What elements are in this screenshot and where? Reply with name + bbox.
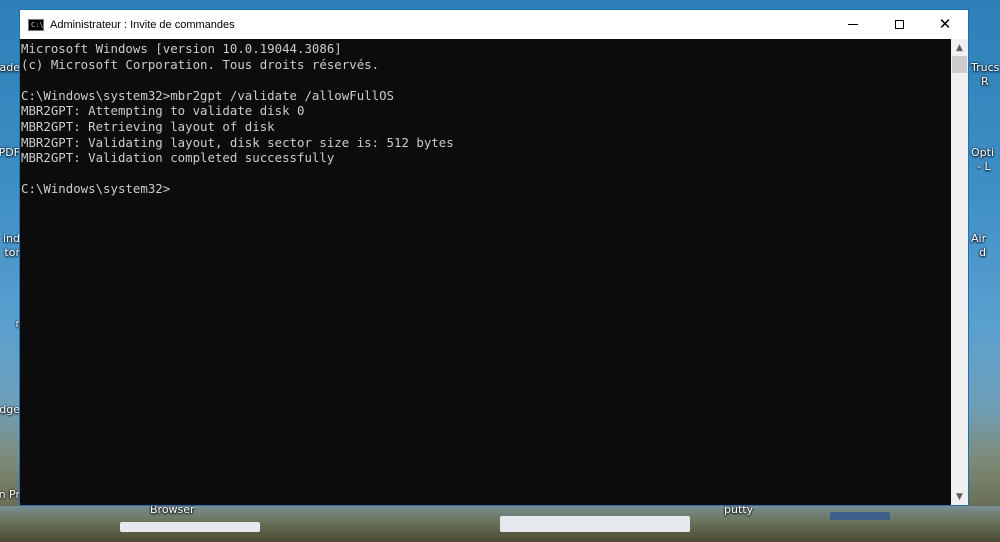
scroll-down-arrow-icon[interactable]: ▼ — [951, 488, 968, 505]
desktop-icon-label[interactable]: R — [981, 75, 989, 88]
desktop-icon-label[interactable]: ade — [0, 61, 20, 74]
console-output[interactable]: Microsoft Windows [version 10.0.19044.30… — [20, 39, 952, 505]
console-text: Microsoft Windows [version 10.0.19044.30… — [20, 39, 952, 197]
title-bar[interactable]: C:\ Administrateur : Invite de commandes… — [20, 10, 968, 39]
desktop-icon-label[interactable]: - L — [977, 160, 991, 173]
maximize-button[interactable] — [876, 10, 922, 39]
console-line: MBR2GPT: Attempting to validate disk 0 — [21, 103, 305, 119]
desktop-icon-label[interactable]: d — [979, 246, 986, 259]
desktop-icon-label[interactable]: Trucs — [971, 61, 999, 74]
desktop-icon-label[interactable]: Air — [971, 232, 986, 245]
console-icon[interactable]: C:\ — [28, 18, 44, 31]
maximize-icon — [894, 20, 904, 29]
wallpaper-boat — [500, 516, 690, 532]
desktop-icon-label[interactable]: Edge — [0, 403, 20, 416]
console-line: MBR2GPT: Validating layout, disk sector … — [21, 134, 454, 150]
desktop-right-icons: Trucs R Opti - L Air d — [969, 0, 1000, 542]
close-icon: ✕ — [938, 15, 952, 33]
scroll-thumb[interactable] — [952, 56, 967, 73]
desktop-icon-label[interactable]: n Pr — [0, 488, 20, 501]
console-line: MBR2GPT: Validation completed successful… — [21, 150, 335, 166]
desktop-icon-label[interactable]: PDF — [0, 146, 20, 159]
wallpaper-boat — [120, 522, 260, 532]
console-window[interactable]: C:\ Administrateur : Invite de commandes… — [19, 9, 969, 506]
window-title: Administrateur : Invite de commandes — [50, 18, 235, 31]
desktop-icon-label[interactable]: ind — [3, 232, 20, 245]
desktop-icon-label[interactable]: Opti — [971, 146, 994, 159]
console-line: C:\Windows\system32>mbr2gpt /validate /a… — [21, 87, 394, 103]
console-line: MBR2GPT: Retrieving layout of disk — [21, 118, 275, 134]
minimize-icon — [848, 24, 858, 25]
console-line: C:\Windows\system32> — [21, 181, 171, 197]
desktop-icon-label[interactable]: tor — [4, 246, 20, 259]
wallpaper-boat — [830, 512, 890, 520]
vertical-scrollbar[interactable]: ▲ ▼ — [951, 39, 968, 505]
console-line: Microsoft Windows [version 10.0.19044.30… — [21, 41, 342, 56]
minimize-button[interactable] — [830, 10, 876, 39]
console-line: (c) Microsoft Corporation. Tous droits r… — [21, 56, 380, 72]
scroll-up-arrow-icon[interactable]: ▲ — [951, 39, 968, 56]
close-button[interactable]: ✕ — [922, 10, 968, 39]
